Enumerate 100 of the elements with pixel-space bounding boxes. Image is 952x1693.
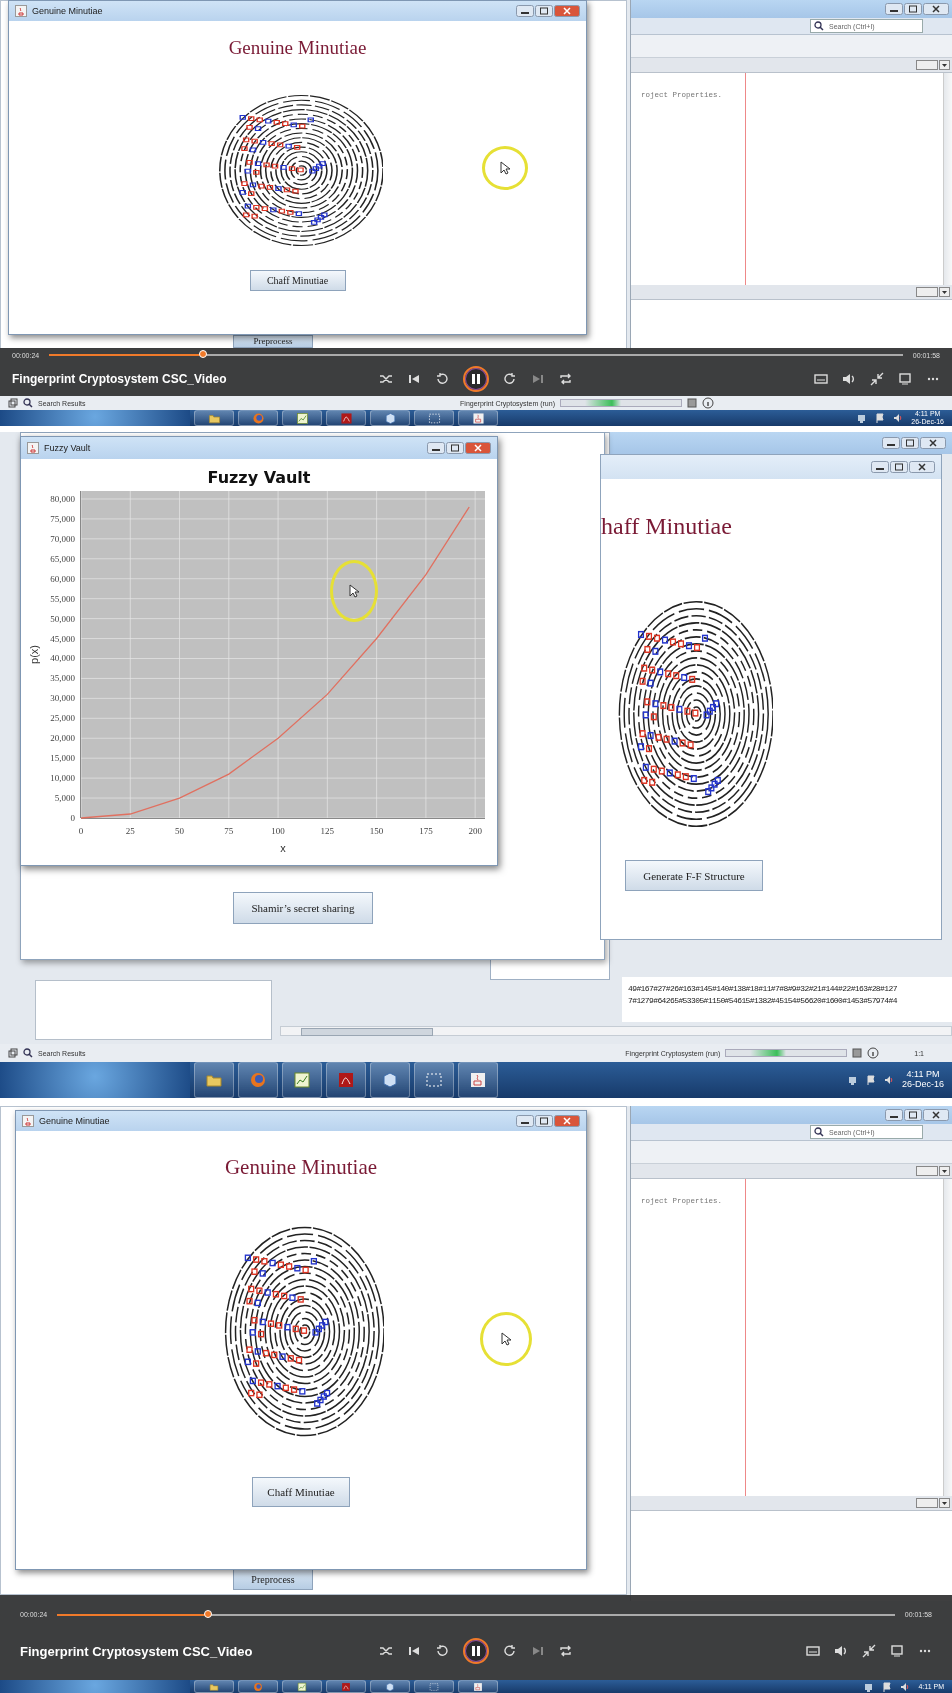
axis-tick-label: 55,000 (50, 593, 75, 604)
minimize-button[interactable] (516, 1115, 534, 1127)
restore-icon[interactable] (8, 398, 18, 408)
flag-icon[interactable] (882, 1681, 893, 1692)
app-icon (27, 442, 39, 454)
progress-track[interactable] (57, 1613, 895, 1616)
taskbar-button[interactable] (414, 410, 454, 426)
screen-icon[interactable] (890, 1644, 904, 1658)
maximize-button[interactable] (535, 5, 553, 17)
maximize-button[interactable] (901, 437, 919, 449)
generate-structure-button[interactable]: Generate F-F Structure (625, 860, 763, 891)
minimize-button[interactable] (882, 437, 900, 449)
forward-icon[interactable] (503, 372, 517, 387)
screen-icon[interactable] (898, 372, 912, 387)
maximize-button[interactable] (890, 461, 908, 473)
minimize-button[interactable] (885, 1109, 903, 1121)
taskbar-button[interactable] (326, 1062, 366, 1098)
maximize-button[interactable] (446, 442, 464, 454)
shuffle-icon[interactable] (379, 1644, 393, 1658)
chaff-minutiae-button[interactable]: Chaff Minutiae (252, 1477, 350, 1507)
previous-icon[interactable] (407, 1644, 421, 1658)
pause-button[interactable] (463, 1638, 489, 1664)
taskbar-button[interactable] (282, 1680, 322, 1693)
subtitles-icon[interactable] (806, 1644, 820, 1658)
stop-icon[interactable] (852, 1048, 863, 1058)
panel-buttons-icon[interactable] (916, 1498, 950, 1508)
taskbar-button[interactable] (194, 1680, 234, 1693)
minimize-button[interactable] (427, 442, 445, 454)
chart-icon (293, 1071, 311, 1089)
subtitles-icon[interactable] (814, 372, 828, 387)
start-button[interactable] (0, 1062, 190, 1098)
stop-icon[interactable] (687, 398, 697, 408)
axis-tick-label: 0 (70, 813, 75, 823)
forward-icon[interactable] (503, 1644, 517, 1658)
taskbar-button[interactable] (194, 410, 234, 426)
maximize-button[interactable] (535, 1115, 553, 1127)
chart-icon (295, 411, 309, 425)
minimize-button[interactable] (885, 3, 903, 15)
taskbar-button[interactable] (370, 1062, 410, 1098)
taskbar-button[interactable] (282, 410, 322, 426)
close-button[interactable] (923, 1109, 949, 1121)
vertical-scrollbar[interactable] (943, 73, 952, 285)
network-icon[interactable] (864, 1681, 875, 1692)
output-line: 49#167#27#26#163#145#140#138#18#11#7#8#9#32#21#144#22#163#28#127 (628, 983, 898, 995)
speaker-icon[interactable] (900, 1681, 911, 1692)
speaker-icon[interactable] (883, 1075, 894, 1085)
flag-icon[interactable] (865, 1075, 876, 1085)
volume-icon[interactable] (842, 372, 856, 387)
panel-buttons-icon[interactable] (916, 287, 950, 297)
pause-button[interactable] (463, 366, 489, 393)
next-icon[interactable] (531, 1644, 545, 1658)
start-button[interactable] (0, 410, 190, 426)
start-button[interactable] (0, 1680, 190, 1693)
preprocess-button[interactable]: Preprocess (233, 1568, 313, 1590)
progress-thumb[interactable] (198, 350, 207, 359)
maximize-button[interactable] (904, 3, 922, 15)
video-title: Fingerprint Cryptosystem CSC_Video (12, 372, 228, 387)
taskbar-button[interactable] (414, 1062, 454, 1098)
taskbar-button[interactable] (370, 410, 410, 426)
close-button[interactable] (923, 3, 949, 15)
cup-icon (473, 1681, 483, 1692)
clock-date[interactable]: 26-Dec-16 (901, 1080, 944, 1090)
flag-icon[interactable] (875, 413, 886, 423)
shamir-secret-sharing-button[interactable]: Shamir’s secret sharing (233, 892, 373, 924)
network-icon[interactable] (857, 413, 868, 423)
rewind-icon[interactable] (435, 1644, 449, 1658)
volume-icon[interactable] (834, 1644, 848, 1658)
collapse-icon[interactable] (870, 372, 884, 387)
scrollbar-thumb[interactable] (301, 1028, 433, 1036)
rewind-icon[interactable] (435, 372, 449, 387)
taskbar-button[interactable] (458, 1680, 498, 1693)
selection-icon (427, 411, 441, 425)
taskbar-button[interactable] (370, 1680, 410, 1693)
panel-buttons-icon[interactable] (916, 60, 950, 70)
panel-buttons-icon[interactable] (916, 1166, 950, 1176)
search-icon (23, 398, 33, 408)
taskbar-button[interactable] (458, 1062, 498, 1098)
chaff-minutiae-button[interactable]: Chaff Minutiae (249, 270, 346, 291)
horizontal-scrollbar[interactable] (280, 1026, 952, 1036)
restore-icon[interactable] (8, 1048, 18, 1058)
collapse-icon[interactable] (862, 1644, 876, 1658)
repeat-icon[interactable] (559, 372, 573, 387)
clock-time[interactable]: 4:11 PM (906, 1070, 940, 1080)
vertical-scrollbar[interactable] (943, 1179, 952, 1496)
minimize-button[interactable] (871, 461, 889, 473)
maximize-button[interactable] (904, 1109, 922, 1121)
progress-thumb[interactable] (204, 1609, 212, 1618)
taskbar-button[interactable] (458, 410, 498, 426)
axis-tick-label: 25,000 (50, 713, 75, 724)
speaker-icon[interactable] (893, 413, 904, 423)
taskbar-button[interactable] (282, 1062, 322, 1098)
network-icon[interactable] (847, 1075, 858, 1085)
taskbar-button[interactable] (194, 1062, 234, 1098)
minimize-button[interactable] (516, 5, 534, 17)
window-title: Genuine Minutiae (39, 1116, 110, 1126)
close-button[interactable] (920, 437, 946, 449)
preprocess-button[interactable]: Preprocess (233, 335, 313, 348)
close-button[interactable] (909, 461, 935, 473)
axis-tick-label: 80,000 (50, 494, 75, 504)
repeat-icon[interactable] (559, 1644, 573, 1658)
